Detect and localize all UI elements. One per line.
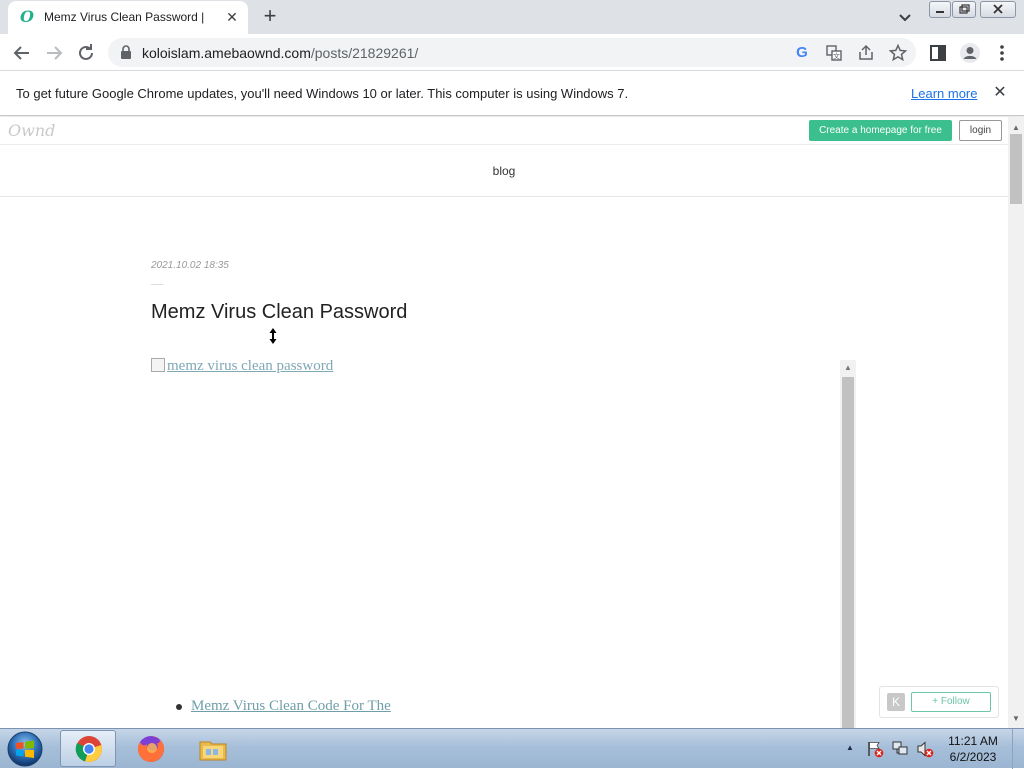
- folder-icon: [199, 741, 227, 761]
- create-homepage-button[interactable]: Create a homepage for free: [809, 120, 952, 141]
- chrome-icon: [75, 736, 102, 763]
- infobar-message: To get future Google Chrome updates, you…: [16, 86, 629, 101]
- lock-icon[interactable]: [120, 45, 132, 59]
- page-scrollbar[interactable]: ▲ ▼: [1008, 117, 1024, 728]
- site-nav: blog: [0, 146, 1008, 197]
- learn-more-link[interactable]: Learn more: [911, 86, 977, 101]
- embed-scroll-thumb[interactable]: [842, 377, 854, 728]
- scroll-up-icon[interactable]: ▲: [1008, 121, 1024, 135]
- browser-toolbar: koloislam.amebaownd.com/posts/21829261/ …: [0, 34, 1024, 71]
- tab-strip: O Memz Virus Clean Password | ✕ +: [0, 0, 1024, 34]
- star-icon[interactable]: [888, 43, 908, 63]
- post-image-link[interactable]: memz virus clean password: [151, 358, 333, 375]
- ownd-header-bar: Ownd Create a homepage for free login: [0, 117, 1008, 145]
- nav-item-blog[interactable]: blog: [0, 164, 1008, 178]
- url-text[interactable]: koloislam.amebaownd.com/posts/21829261/: [142, 45, 418, 61]
- post-date: 2021.10.02 18:35: [151, 260, 229, 271]
- ownd-logo[interactable]: Ownd: [8, 121, 55, 140]
- clock-date: 6/2/2023: [949, 750, 997, 764]
- ownd-favicon-icon: O: [20, 7, 34, 26]
- follow-widget: K + Follow: [879, 686, 999, 718]
- action-center-flag-icon[interactable]: [866, 740, 884, 758]
- embed-scrollbar[interactable]: ▲: [840, 360, 856, 728]
- new-tab-button[interactable]: +: [258, 5, 282, 29]
- forward-icon[interactable]: [42, 41, 66, 65]
- taskbar-firefox-button[interactable]: [122, 730, 178, 767]
- infobar-close-icon[interactable]: ✕: [990, 83, 1010, 103]
- related-post-link[interactable]: Memz Virus Clean Code For The: [191, 698, 391, 715]
- restore-button[interactable]: [952, 1, 976, 18]
- k-badge-icon: K: [887, 693, 905, 711]
- profile-icon[interactable]: [958, 41, 982, 65]
- browser-tab[interactable]: O Memz Virus Clean Password | ✕: [8, 1, 248, 34]
- volume-muted-icon[interactable]: [916, 740, 934, 758]
- resize-cursor-icon: [269, 328, 277, 344]
- list-bullet: [176, 704, 182, 710]
- windows-taskbar: ▲ 11:21 AM 6/2/2023: [0, 728, 1024, 769]
- scroll-down-icon[interactable]: ▼: [1008, 712, 1024, 726]
- menu-icon[interactable]: [990, 41, 1014, 65]
- windows-start-icon[interactable]: [4, 730, 46, 768]
- share-icon[interactable]: [856, 43, 876, 63]
- update-infobar: To get future Google Chrome updates, you…: [0, 71, 1024, 116]
- tab-search-chevron-icon[interactable]: [896, 8, 914, 26]
- side-panel-icon[interactable]: [926, 41, 950, 65]
- tab-close-icon[interactable]: ✕: [224, 9, 240, 25]
- firefox-icon: [137, 736, 164, 762]
- system-clock[interactable]: 11:21 AM 6/2/2023: [942, 733, 1004, 765]
- web-page: Ownd Create a homepage for free login bl…: [0, 117, 1008, 728]
- translate-icon[interactable]: 文: [824, 43, 844, 63]
- login-button[interactable]: login: [959, 120, 1002, 141]
- page-scroll-thumb[interactable]: [1010, 134, 1022, 204]
- broken-image-icon: [151, 358, 165, 372]
- reload-icon[interactable]: [74, 41, 98, 65]
- taskbar-chrome-button[interactable]: [60, 730, 116, 767]
- back-icon[interactable]: [10, 41, 34, 65]
- post-image-alt: memz virus clean password: [167, 358, 334, 374]
- embed-scroll-up-icon[interactable]: ▲: [840, 360, 856, 376]
- tray-expand-icon[interactable]: ▲: [844, 741, 856, 755]
- minimize-button[interactable]: [929, 1, 951, 18]
- clock-time: 11:21 AM: [948, 734, 998, 748]
- tab-title: Memz Virus Clean Password |: [44, 10, 205, 24]
- post-title: Memz Virus Clean Password: [151, 301, 408, 323]
- address-bar[interactable]: koloislam.amebaownd.com/posts/21829261/ …: [108, 38, 916, 67]
- network-icon[interactable]: [891, 740, 909, 758]
- date-divider: [151, 284, 163, 285]
- follow-button[interactable]: + Follow: [911, 692, 991, 712]
- taskbar-explorer-button[interactable]: [184, 730, 240, 767]
- show-desktop-button[interactable]: [1012, 729, 1024, 769]
- google-icon[interactable]: G: [792, 43, 812, 63]
- svg-text:文: 文: [833, 52, 840, 61]
- window-close-button[interactable]: [980, 1, 1016, 18]
